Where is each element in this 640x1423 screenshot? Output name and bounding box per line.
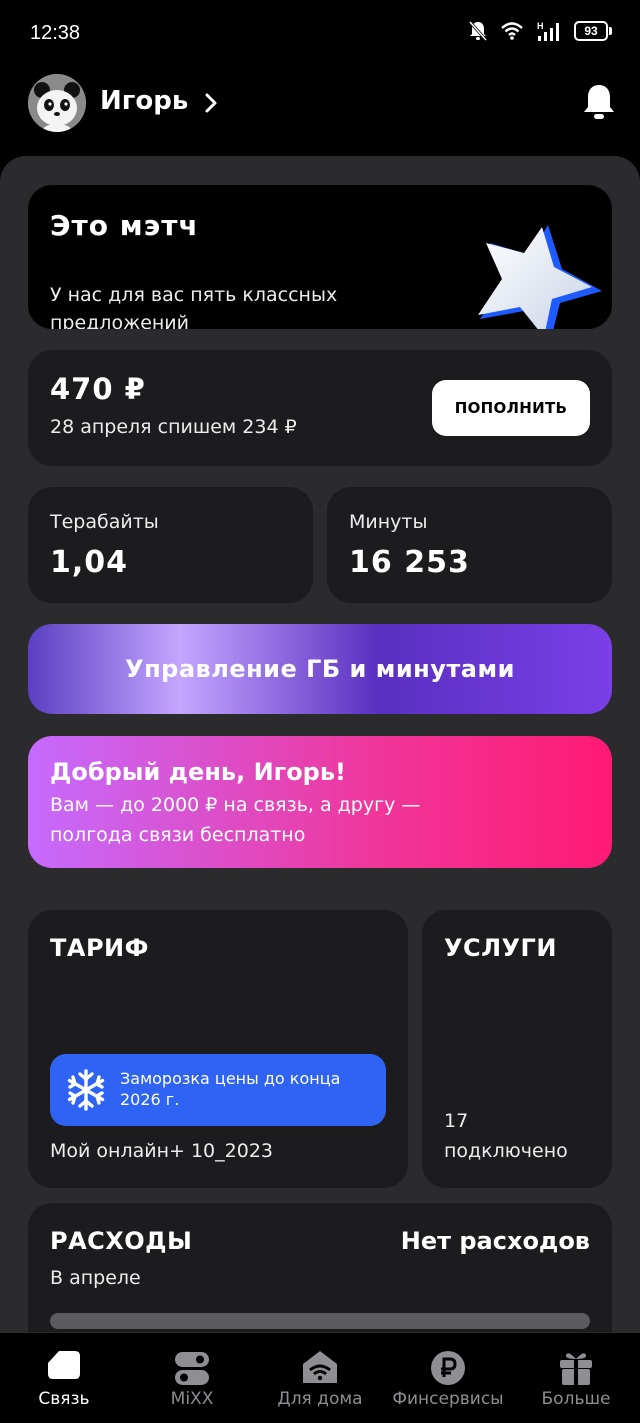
balance-amount: 470 ₽ <box>50 372 146 406</box>
nav-label: MiXX <box>170 1389 214 1409</box>
nav-item-home[interactable]: Для дома <box>256 1333 384 1423</box>
expenses-period: В апреле <box>50 1267 141 1289</box>
ruble-icon <box>431 1351 465 1385</box>
app-screen: 12:38 H 93 Игорь Это мэтч У нас для вас … <box>0 0 640 1423</box>
battery-level: 93 <box>574 21 608 41</box>
price-freeze-badge: Заморозка цены до конца 2026 г. <box>50 1054 386 1126</box>
tariff-card[interactable]: ТАРИФ Заморозка цены до конца 2026 г. Мо… <box>28 910 408 1188</box>
expenses-title: РАСХОДЫ <box>50 1227 193 1255</box>
tariff-title: ТАРИФ <box>50 934 149 962</box>
wifi-icon <box>501 22 523 40</box>
expenses-status: Нет расходов <box>400 1227 590 1255</box>
topup-button[interactable]: ПОПОЛНИТЬ <box>432 380 590 436</box>
manage-gb-minutes-button[interactable]: Управление ГБ и минутами <box>28 624 612 714</box>
chevron-right-icon[interactable] <box>204 92 218 114</box>
notification-bell-icon[interactable] <box>582 82 616 122</box>
balance-card: 470 ₽ 28 апреля спишем 234 ₽ ПОПОЛНИТЬ <box>28 350 612 466</box>
promo-title: Добрый день, Игорь! <box>50 758 346 786</box>
nav-label: Для дома <box>277 1389 363 1409</box>
promo-banner[interactable]: Добрый день, Игорь! Вам — до 2000 ₽ на с… <box>28 736 612 868</box>
nav-item-svyaz[interactable]: Связь <box>0 1333 128 1423</box>
terabytes-card[interactable]: Терабайты 1,04 <box>28 487 313 603</box>
minutes-label: Минуты <box>349 511 428 533</box>
avatar[interactable] <box>28 74 86 132</box>
services-card[interactable]: УСЛУГИ 17 подключено <box>422 910 612 1188</box>
match-subtitle: У нас для вас пять классных предложений <box>50 284 338 329</box>
minutes-value: 16 253 <box>349 545 470 580</box>
match-title: Это мэтч <box>50 209 199 242</box>
terabytes-value: 1,04 <box>50 545 129 580</box>
home-wifi-icon <box>303 1351 337 1383</box>
gift-icon <box>560 1353 592 1385</box>
nav-item-mixx[interactable]: MiXX <box>128 1333 256 1423</box>
signal-icon: H <box>537 21 559 41</box>
mute-bell-icon <box>468 21 488 41</box>
nav-label: Связь <box>38 1389 90 1409</box>
expenses-card[interactable]: РАСХОДЫ Нет расходов В апреле <box>28 1203 612 1332</box>
status-time: 12:38 <box>30 22 81 44</box>
sim-icon <box>48 1351 80 1379</box>
status-icons: H 93 <box>468 20 612 42</box>
services-connected-label: подключено <box>444 1140 568 1162</box>
price-freeze-text: Заморозка цены до конца 2026 г. <box>120 1069 341 1109</box>
bottom-nav: Связь MiXX Для дома Финсервисы Больше <box>0 1332 640 1423</box>
minutes-card[interactable]: Минуты 16 253 <box>327 487 612 603</box>
match-offers-card[interactable]: Это мэтч У нас для вас пять классных пре… <box>28 185 612 329</box>
main-content: Это мэтч У нас для вас пять классных пре… <box>0 156 640 1332</box>
user-name[interactable]: Игорь <box>100 86 188 116</box>
nav-label: Больше <box>541 1389 611 1409</box>
expenses-bar <box>50 1313 590 1329</box>
battery-icon: 93 <box>574 21 612 41</box>
services-title: УСЛУГИ <box>444 934 557 962</box>
star-icon <box>478 225 602 329</box>
tariff-plan-name: Мой онлайн+ 10_2023 <box>50 1140 273 1162</box>
mixx-icon <box>175 1352 209 1385</box>
svg-text:H: H <box>537 21 544 31</box>
profile-header: Игорь <box>0 72 640 136</box>
status-bar: 12:38 H 93 <box>0 0 640 68</box>
panda-avatar-icon <box>28 74 86 132</box>
terabytes-label: Терабайты <box>50 511 159 533</box>
snowflake-icon <box>67 1069 105 1111</box>
nav-item-finservices[interactable]: Финсервисы <box>384 1333 512 1423</box>
promo-text: Вам — до 2000 ₽ на связь, а другу — полг… <box>50 794 421 846</box>
services-count: 17 <box>444 1110 469 1132</box>
nav-item-more[interactable]: Больше <box>512 1333 640 1423</box>
next-charge-text: 28 апреля спишем 234 ₽ <box>50 416 297 438</box>
nav-label: Финсервисы <box>392 1389 504 1409</box>
